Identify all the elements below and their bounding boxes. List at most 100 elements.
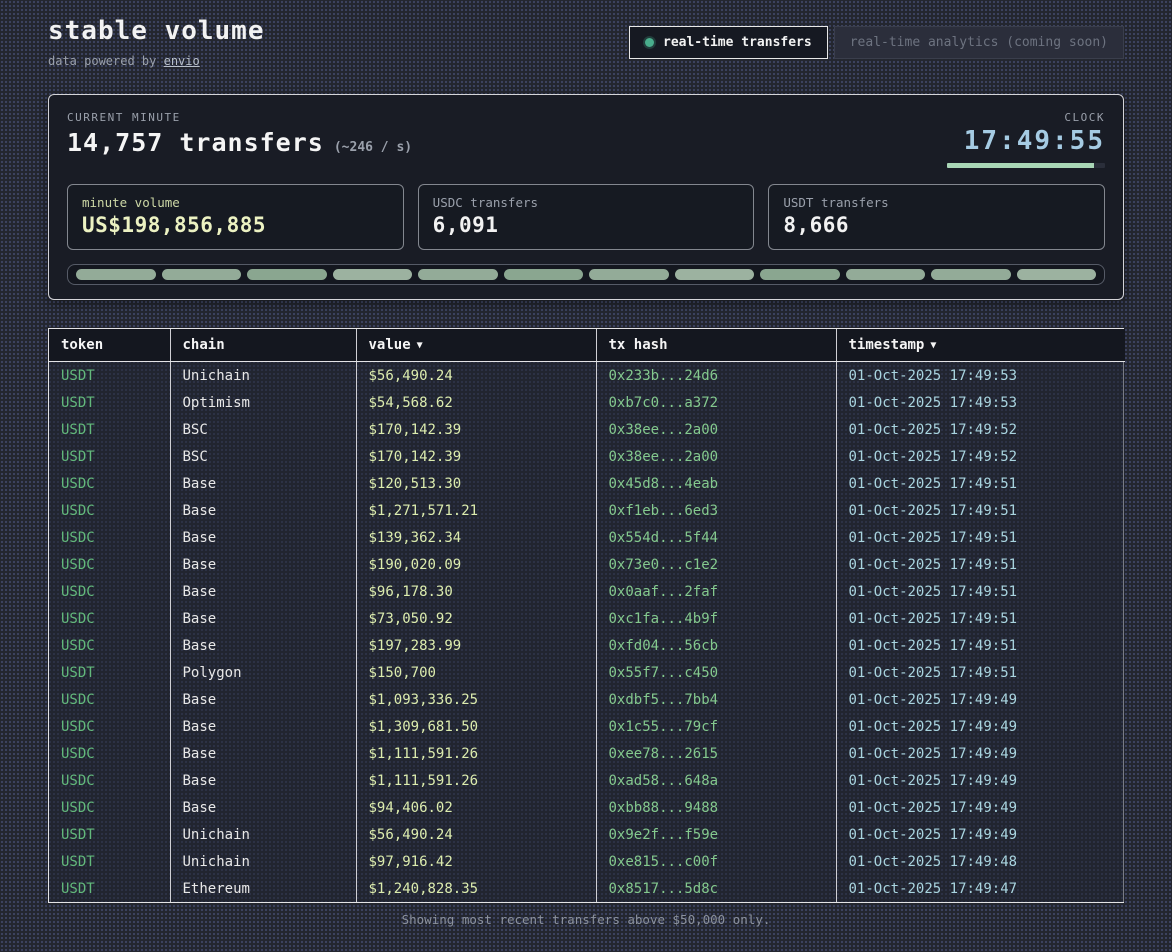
footer-note: Showing most recent transfers above $50,… <box>0 912 1172 927</box>
chain-cell: Base <box>170 686 356 713</box>
card-label: USDC transfers <box>433 195 740 210</box>
tx-hash-link[interactable]: 0x0aaf...2faf <box>596 578 836 605</box>
live-dot-icon <box>645 38 654 47</box>
clock-time: 17:49:55 <box>947 126 1105 156</box>
timestamp-cell: 01-Oct-2025 17:49:49 <box>836 713 1125 740</box>
activity-segment <box>333 269 413 280</box>
token-cell: USDT <box>49 389 170 416</box>
branding: stable volume data powered by envio <box>48 16 265 68</box>
column-header-value[interactable]: value▼ <box>356 329 596 362</box>
tx-hash-link[interactable]: 0xad58...648a <box>596 767 836 794</box>
timestamp-cell: 01-Oct-2025 17:49:48 <box>836 848 1125 875</box>
tx-hash-link[interactable]: 0x233b...24d6 <box>596 362 836 390</box>
timestamp-cell: 01-Oct-2025 17:49:49 <box>836 821 1125 848</box>
token-cell: USDC <box>49 794 170 821</box>
value-cell: $170,142.39 <box>356 416 596 443</box>
tx-hash-link[interactable]: 0xf1eb...6ed3 <box>596 497 836 524</box>
value-cell: $120,513.30 <box>356 470 596 497</box>
sort-desc-icon: ▼ <box>417 340 423 351</box>
tab-label: real-time analytics (coming soon) <box>850 35 1108 50</box>
table-row: USDC Base $1,111,591.26 0xad58...648a 01… <box>49 767 1125 794</box>
table-row: USDT Optimism $54,568.62 0xb7c0...a372 0… <box>49 389 1125 416</box>
timestamp-cell: 01-Oct-2025 17:49:49 <box>836 794 1125 821</box>
chain-cell: Unichain <box>170 821 356 848</box>
timestamp-cell: 01-Oct-2025 17:49:51 <box>836 551 1125 578</box>
tab-label: real-time transfers <box>663 35 812 50</box>
tx-hash-link[interactable]: 0x45d8...4eab <box>596 470 836 497</box>
transfers-count: 14,757 transfers <box>67 128 324 157</box>
app-title: stable volume <box>48 16 265 46</box>
chain-cell: Base <box>170 794 356 821</box>
chain-cell: Ethereum <box>170 875 356 902</box>
token-cell: USDC <box>49 497 170 524</box>
tx-hash-link[interactable]: 0x1c55...79cf <box>596 713 836 740</box>
tx-hash-link[interactable]: 0x38ee...2a00 <box>596 443 836 470</box>
token-cell: USDT <box>49 848 170 875</box>
value-cell: $197,283.99 <box>356 632 596 659</box>
table-row: USDC Base $190,020.09 0x73e0...c1e2 01-O… <box>49 551 1125 578</box>
table-header-row: tokenchainvalue▼tx hashtimestamp▼ <box>49 329 1125 362</box>
value-cell: $190,020.09 <box>356 551 596 578</box>
value-cell: $94,406.02 <box>356 794 596 821</box>
tx-hash-link[interactable]: 0x8517...5d8c <box>596 875 836 902</box>
tx-hash-link[interactable]: 0x38ee...2a00 <box>596 416 836 443</box>
current-minute-label: CURRENT MINUTE <box>67 111 412 124</box>
value-cell: $1,271,571.21 <box>356 497 596 524</box>
envio-link[interactable]: envio <box>164 54 200 68</box>
tx-hash-link[interactable]: 0xbb88...9488 <box>596 794 836 821</box>
card-label: USDT transfers <box>783 195 1090 210</box>
usdc-transfers-card: USDC transfers 6,091 <box>418 184 755 250</box>
chain-cell: Base <box>170 632 356 659</box>
tx-hash-link[interactable]: 0xfd04...56cb <box>596 632 836 659</box>
timestamp-cell: 01-Oct-2025 17:49:49 <box>836 767 1125 794</box>
timestamp-cell: 01-Oct-2025 17:49:51 <box>836 605 1125 632</box>
minute-volume-card: minute volume US$198,856,885 <box>67 184 404 250</box>
activity-segment <box>931 269 1011 280</box>
value-cell: $96,178.30 <box>356 578 596 605</box>
chain-cell: Base <box>170 767 356 794</box>
table-row: USDC Base $139,362.34 0x554d...5f44 01-O… <box>49 524 1125 551</box>
timestamp-cell: 01-Oct-2025 17:49:51 <box>836 524 1125 551</box>
activity-segment <box>1017 269 1097 280</box>
chain-cell: BSC <box>170 416 356 443</box>
transfers-summary: CURRENT MINUTE 14,757 transfers (~246 / … <box>67 111 412 157</box>
value-cell: $97,916.42 <box>356 848 596 875</box>
tx-hash-link[interactable]: 0x73e0...c1e2 <box>596 551 836 578</box>
value-cell: $56,490.24 <box>356 362 596 390</box>
tx-hash-link[interactable]: 0x55f7...c450 <box>596 659 836 686</box>
tx-hash-link[interactable]: 0xee78...2615 <box>596 740 836 767</box>
column-header-timestamp[interactable]: timestamp▼ <box>836 329 1125 362</box>
token-cell: USDT <box>49 416 170 443</box>
timestamp-cell: 01-Oct-2025 17:49:49 <box>836 686 1125 713</box>
chain-cell: Base <box>170 578 356 605</box>
chain-cell: Unichain <box>170 848 356 875</box>
chain-cell: Base <box>170 497 356 524</box>
tx-hash-link[interactable]: 0xdbf5...7bb4 <box>596 686 836 713</box>
sort-desc-icon: ▼ <box>930 340 936 351</box>
table-row: USDC Base $1,093,336.25 0xdbf5...7bb4 01… <box>49 686 1125 713</box>
table-row: USDC Base $1,309,681.50 0x1c55...79cf 01… <box>49 713 1125 740</box>
tx-hash-link[interactable]: 0xe815...c00f <box>596 848 836 875</box>
table-row: USDC Base $197,283.99 0xfd04...56cb 01-O… <box>49 632 1125 659</box>
current-minute-panel: CURRENT MINUTE 14,757 transfers (~246 / … <box>48 94 1124 300</box>
table-row: USDC Base $1,271,571.21 0xf1eb...6ed3 01… <box>49 497 1125 524</box>
tx-hash-link[interactable]: 0xc1fa...4b9f <box>596 605 836 632</box>
token-cell: USDC <box>49 767 170 794</box>
token-cell: USDT <box>49 443 170 470</box>
tx-hash-link[interactable]: 0x554d...5f44 <box>596 524 836 551</box>
table-row: USDT Polygon $150,700 0x55f7...c450 01-O… <box>49 659 1125 686</box>
table-row: USDC Base $94,406.02 0xbb88...9488 01-Oc… <box>49 794 1125 821</box>
tx-hash-link[interactable]: 0x9e2f...f59e <box>596 821 836 848</box>
token-cell: USDC <box>49 524 170 551</box>
token-cell: USDC <box>49 551 170 578</box>
clock: CLOCK 17:49:55 <box>947 111 1105 168</box>
chain-cell: Optimism <box>170 389 356 416</box>
value-cell: $1,111,591.26 <box>356 740 596 767</box>
activity-segment <box>589 269 669 280</box>
value-cell: $139,362.34 <box>356 524 596 551</box>
table-row: USDC Base $96,178.30 0x0aaf...2faf 01-Oc… <box>49 578 1125 605</box>
table-row: USDT BSC $170,142.39 0x38ee...2a00 01-Oc… <box>49 443 1125 470</box>
tx-hash-link[interactable]: 0xb7c0...a372 <box>596 389 836 416</box>
tab-real-time-transfers[interactable]: real-time transfers <box>629 26 828 59</box>
value-cell: $56,490.24 <box>356 821 596 848</box>
